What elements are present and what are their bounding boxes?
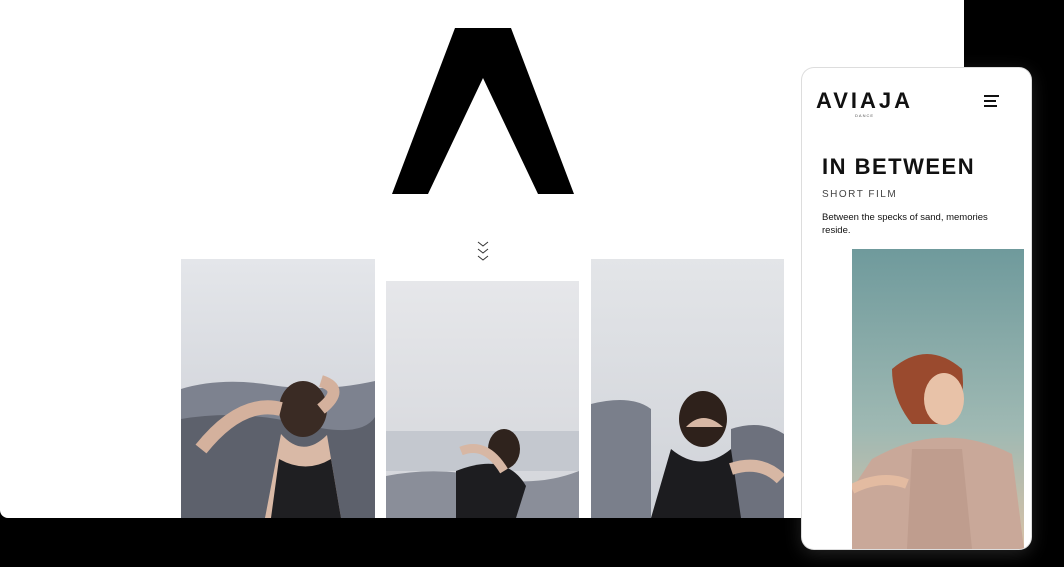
brand-logo[interactable]: AVIAJA DANCE [816,88,914,119]
brand-subtitle: DANCE [855,113,875,118]
hero-photo [852,249,1024,549]
mobile-preview: AVIAJA DANCE IN BETWEEN SHORT FILM Betwe… [802,68,1031,549]
gallery-photo-3 [591,259,784,518]
hamburger-menu-icon[interactable] [984,95,999,109]
page-subtitle: SHORT FILM [822,189,898,200]
page-description: Between the specks of sand, memories res… [822,212,988,236]
scroll-down-chevrons-icon[interactable] [476,240,490,264]
brand-wordmark: AVIAJA [816,88,914,113]
aviaja-logo-mark-icon [392,28,574,194]
page-title: IN BETWEEN [822,154,976,179]
gallery-photo-1 [181,259,375,518]
gallery-photo-2 [386,281,579,518]
